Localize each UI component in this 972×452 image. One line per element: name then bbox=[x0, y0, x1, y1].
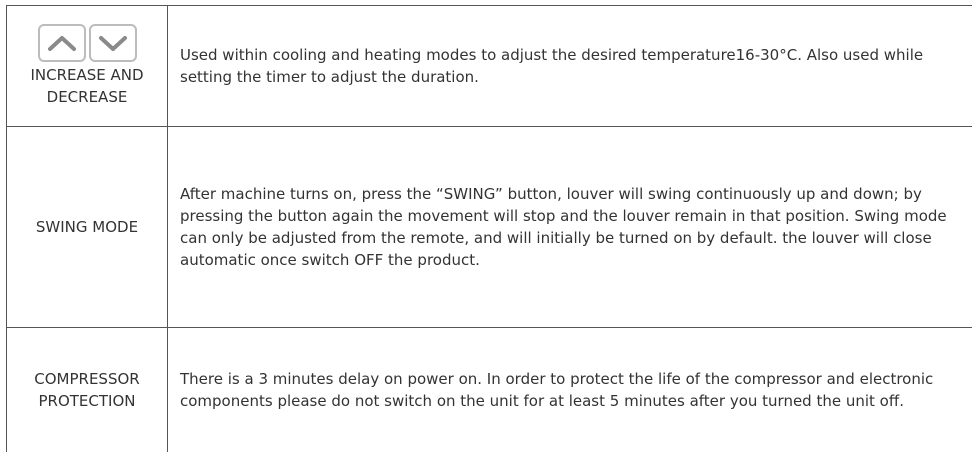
chevron-up-icon bbox=[47, 36, 76, 51]
feature-description: After machine turns on, press the “SWING… bbox=[180, 185, 947, 269]
table-row: SWING MODE After machine turns on, press… bbox=[6, 127, 972, 328]
decrease-button-graphic bbox=[88, 24, 137, 62]
increase-button-graphic bbox=[37, 24, 86, 62]
table-row: COMPRESSOR PROTECTION There is a 3 minut… bbox=[6, 328, 972, 452]
feature-table: INCREASE AND DECREASE Used within coolin… bbox=[6, 5, 972, 452]
feature-description-cell: After machine turns on, press the “SWING… bbox=[168, 127, 972, 327]
feature-label: INCREASE AND DECREASE bbox=[30, 66, 144, 106]
feature-description-cell: There is a 3 minutes delay on power on. … bbox=[168, 328, 972, 452]
feature-description-cell: Used within cooling and heating modes to… bbox=[168, 6, 972, 126]
feature-description: There is a 3 minutes delay on power on. … bbox=[180, 370, 934, 410]
feature-label-cell: INCREASE AND DECREASE bbox=[6, 6, 168, 126]
chevron-down-icon bbox=[98, 36, 127, 51]
feature-label-cell: COMPRESSOR PROTECTION bbox=[6, 328, 168, 452]
table-row: INCREASE AND DECREASE Used within coolin… bbox=[6, 5, 972, 127]
feature-description: Used within cooling and heating modes to… bbox=[180, 46, 924, 86]
increase-decrease-buttons bbox=[37, 24, 137, 62]
feature-label-cell: SWING MODE bbox=[6, 127, 168, 327]
feature-label: COMPRESSOR PROTECTION bbox=[34, 370, 140, 410]
feature-label: SWING MODE bbox=[35, 218, 139, 236]
